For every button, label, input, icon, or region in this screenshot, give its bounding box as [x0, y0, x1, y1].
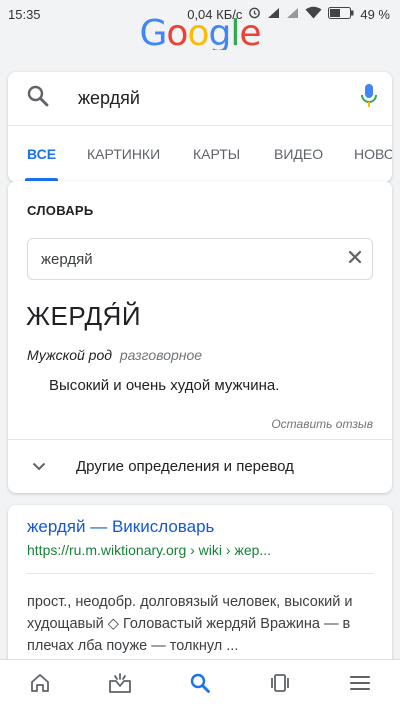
tabs-icon	[269, 672, 291, 699]
menu-button[interactable]	[335, 666, 385, 706]
tab-news[interactable]: НОВО	[354, 126, 392, 181]
result-title-link[interactable]: жердяй — Викисловарь	[27, 517, 214, 537]
updates-button[interactable]	[95, 666, 145, 706]
logo-letter: l	[230, 16, 240, 50]
home-button[interactable]	[15, 666, 65, 706]
close-icon[interactable]	[348, 250, 362, 268]
logo-letter: g	[208, 16, 231, 50]
search-query[interactable]: жердяй	[78, 88, 360, 109]
updates-icon	[108, 672, 132, 699]
search-button[interactable]	[175, 666, 225, 706]
part-of-speech: Мужской род разговорное	[27, 347, 202, 363]
tab-video[interactable]: ВИДЕО	[274, 126, 323, 181]
logo-letter: o	[187, 16, 209, 50]
gender-label: Мужской род	[27, 347, 112, 363]
result-snippet: прост., неодобр. долговязый человек, выс…	[27, 594, 353, 654]
more-definitions-label: Другие определения и перевод	[76, 457, 294, 475]
menu-icon	[349, 674, 371, 697]
logo-letter: e	[239, 16, 261, 50]
dictionary-card: СЛОВАРЬ жердяй ЖЕРДЯ́Й Мужской род разго…	[8, 181, 392, 493]
logo-letter: G	[139, 16, 168, 50]
headword: ЖЕРДЯ́Й	[26, 301, 142, 331]
logo-letter: o	[166, 16, 188, 50]
chevron-down-icon	[32, 458, 46, 475]
dictionary-input-value[interactable]: жердяй	[41, 251, 348, 268]
search-box: жердяй ВСЕ КАРТИНКИ КАРТЫ ВИДЕО НОВО	[8, 72, 392, 182]
search-result: жердяй — Викисловарь https://ru.m.wiktio…	[8, 505, 392, 675]
tab-label: ВСЕ	[27, 145, 57, 162]
dictionary-title: СЛОВАРЬ	[27, 203, 94, 218]
usage-tag: разговорное	[119, 347, 203, 363]
dictionary-search-field[interactable]: жердяй	[27, 238, 373, 280]
tab-maps[interactable]: КАРТЫ	[193, 126, 240, 181]
tab-images[interactable]: КАРТИНКИ	[87, 126, 160, 181]
mic-icon[interactable]	[360, 83, 378, 114]
tab-label: КАРТИНКИ	[87, 145, 161, 162]
google-logo: Google	[0, 16, 400, 50]
search-tabs: ВСЕ КАРТИНКИ КАРТЫ ВИДЕО НОВО	[8, 126, 392, 181]
tab-all[interactable]: ВСЕ	[24, 126, 59, 181]
definition: Высокий и очень худой мужчина.	[49, 377, 280, 394]
tabs-button[interactable]	[255, 666, 305, 706]
result-url[interactable]: https://ru.m.wiktionary.org › wiki › жер…	[27, 542, 271, 558]
tab-label: КАРТЫ	[193, 145, 241, 162]
search-row[interactable]: жердяй	[8, 72, 392, 126]
divider	[27, 573, 373, 574]
home-icon	[29, 672, 51, 699]
search-icon	[189, 672, 211, 699]
feedback-link[interactable]: Оставить отзыв	[271, 417, 373, 431]
tab-label: НОВО	[354, 145, 392, 162]
bottom-nav	[0, 659, 400, 711]
more-definitions-button[interactable]: Другие определения и перевод	[8, 439, 392, 493]
search-icon[interactable]	[26, 84, 50, 113]
tab-label: ВИДЕО	[274, 145, 324, 162]
